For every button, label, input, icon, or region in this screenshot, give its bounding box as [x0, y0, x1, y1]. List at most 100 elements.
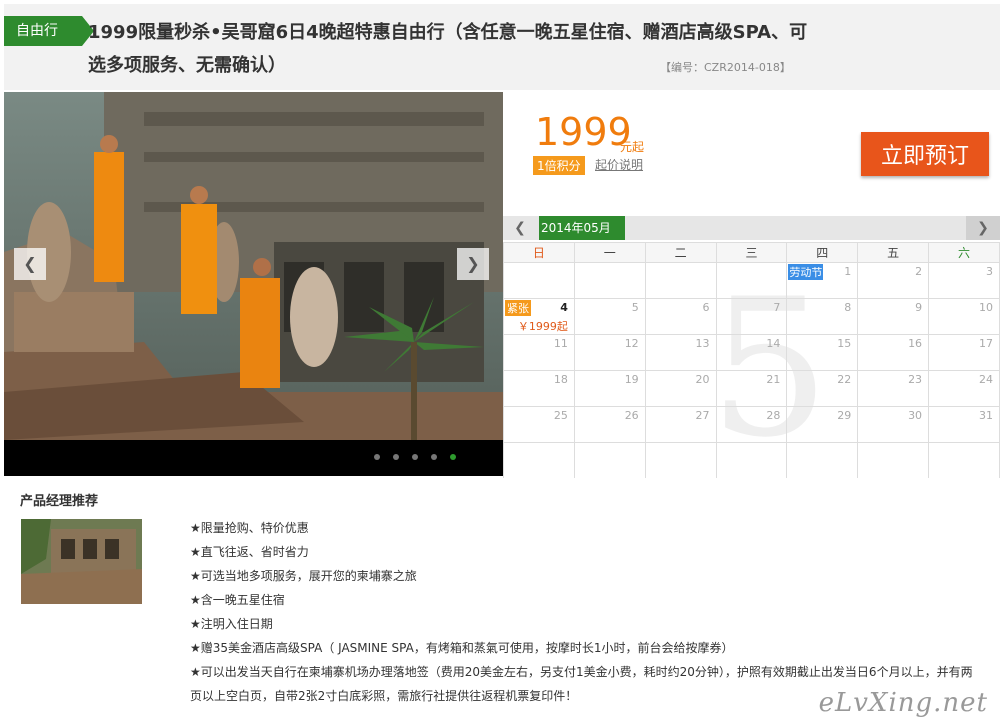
calendar-month-label: 2014年05月: [539, 216, 625, 240]
day-number: 23: [908, 373, 923, 386]
calendar-day[interactable]: 27: [644, 406, 717, 443]
day-number: 10: [979, 301, 993, 314]
day-number: 19: [624, 373, 639, 386]
day-number: 14: [766, 337, 781, 350]
calendar-day[interactable]: 29: [786, 406, 859, 443]
category-tag: 自由行: [4, 16, 94, 46]
recommendation-item: ★含一晚五星住宿: [190, 593, 285, 607]
holiday-label: 劳动节: [788, 264, 824, 280]
calendar-day[interactable]: 26: [573, 406, 646, 443]
calendar-day[interactable]: 8: [786, 298, 859, 335]
gallery-dot[interactable]: [412, 454, 419, 460]
day-number: 24: [979, 373, 993, 386]
calendar-day[interactable]: 20: [644, 370, 717, 407]
calendar-day[interactable]: 16: [857, 334, 930, 371]
calendar-day[interactable]: 30: [857, 406, 930, 443]
calendar-day[interactable]: 11: [503, 334, 575, 371]
day-number: 30: [908, 409, 923, 422]
recommendation-item: ★限量抢购、特价优惠: [190, 521, 309, 535]
calendar-day[interactable]: 28: [715, 406, 788, 443]
calendar-day[interactable]: 23: [857, 370, 930, 407]
calendar-day[interactable]: 1 劳动节: [786, 262, 859, 299]
calendar-week: 4 紧张 ￥1999起 5 6 7 8 9 10: [503, 298, 1000, 335]
calendar-day: [503, 262, 575, 299]
calendar-day[interactable]: 4 紧张 ￥1999起: [503, 298, 575, 335]
calendar-day[interactable]: 6: [644, 298, 717, 335]
calendar-day[interactable]: 7: [715, 298, 788, 335]
day-number: 18: [553, 373, 568, 386]
weekday-header: 一: [573, 242, 646, 263]
weekday-header: 六: [928, 242, 1000, 263]
day-number: 3: [986, 265, 993, 278]
calendar-day[interactable]: 18: [503, 370, 575, 407]
gallery-dot-active[interactable]: [450, 454, 457, 460]
calendar-day: [715, 442, 788, 479]
calendar-day: [786, 442, 859, 479]
day-number: 21: [766, 373, 781, 386]
calendar-nav: ❮ 2014年05月 ❯: [503, 216, 1000, 240]
day-number: 26: [624, 409, 639, 422]
calendar-day: [573, 442, 646, 479]
calendar-day[interactable]: 3: [928, 262, 1000, 299]
day-number: 31: [979, 409, 993, 422]
calendar-day[interactable]: 19: [573, 370, 646, 407]
price-amount: 1999: [535, 110, 632, 154]
calendar-day[interactable]: 10: [928, 298, 1000, 335]
gallery-dot[interactable]: [393, 454, 400, 460]
calendar-day[interactable]: 12: [573, 334, 646, 371]
book-now-button[interactable]: 立即预订: [861, 132, 989, 176]
gallery-next-button[interactable]: ❯: [457, 248, 489, 280]
calendar-day: [857, 442, 930, 479]
day-number: 13: [695, 337, 710, 350]
day-number: 2: [915, 265, 923, 278]
gallery-dot[interactable]: [374, 454, 380, 460]
calendar-day[interactable]: 14: [715, 334, 788, 371]
product-code: 【编号：CZR2014-018】: [660, 61, 791, 74]
calendar-day: [573, 262, 646, 299]
calendar-day: [644, 442, 717, 479]
gallery-prev-button[interactable]: ❮: [14, 248, 46, 280]
day-number: 20: [695, 373, 710, 386]
calendar-day[interactable]: 24: [928, 370, 1000, 407]
site-watermark: eLvXing.net: [818, 688, 988, 718]
manager-recommendation: 产品经理推荐 ★限量抢购、特价优惠 ★直飞往返、省时省力 ★可选当地多项服务，展开您…: [4, 478, 1000, 726]
price-explain-link[interactable]: 起价说明: [595, 156, 643, 173]
calendar-day[interactable]: 25: [503, 406, 575, 443]
recommendation-item: ★可选当地多项服务，展开您的柬埔寨之旅: [190, 569, 417, 583]
day-number: 27: [695, 409, 710, 422]
calendar-day[interactable]: 21: [715, 370, 788, 407]
calendar-day: [644, 262, 717, 299]
calendar-week: 11 12 13 14 15 16 17: [503, 334, 1000, 371]
calendar-day[interactable]: 31: [928, 406, 1000, 443]
day-number: 11: [553, 337, 568, 350]
calendar-day[interactable]: 9: [857, 298, 930, 335]
points-badge: 1倍积分: [533, 156, 585, 175]
calendar-day[interactable]: 22: [786, 370, 859, 407]
price-unit: 元起: [620, 140, 645, 154]
calendar-day[interactable]: 15: [786, 334, 859, 371]
angkor-monks-photo: [4, 92, 503, 440]
calendar-day[interactable]: 13: [644, 334, 717, 371]
day-number: 28: [766, 409, 781, 422]
price-panel: 1999 元起 1倍积分 起价说明 立即预订: [503, 92, 1000, 214]
departure-calendar: ❮ 2014年05月 ❯ 5 日一二三四五六 1 劳动节 2 3 4 紧张 ￥1999起 5 6…: [503, 214, 1000, 479]
recommendation-item: ★赠35美金酒店高级SPA（ JASMINE SPA，有烤箱和蒸氣可使用，按摩时…: [190, 641, 734, 655]
calendar-day: [503, 442, 575, 479]
calendar-week: 25 26 27 28 29 30 31: [503, 406, 1000, 443]
product-header: 自由行 1999限量秒杀•吴哥窟6日4晚超特惠自由行（含任意一晚五星住宿、赠酒店…: [4, 4, 1000, 90]
calendar-prev-button[interactable]: ❮: [503, 216, 537, 240]
recommendation-item: ★直飞往返、省时省力: [190, 545, 309, 559]
calendar-next-button[interactable]: ❯: [966, 216, 1000, 240]
day-price: ￥1999起: [517, 320, 568, 333]
calendar-day[interactable]: 17: [928, 334, 1000, 371]
weekday-header: 四: [786, 242, 859, 263]
recommendation-list: ★限量抢购、特价优惠 ★直飞往返、省时省力 ★可选当地多项服务，展开您的柬埔寨之旅 ★…: [190, 516, 980, 708]
calendar-day[interactable]: 5: [573, 298, 646, 335]
calendar-day[interactable]: 2: [857, 262, 930, 299]
day-number: 29: [837, 409, 852, 422]
gallery-dot[interactable]: [431, 454, 438, 460]
calendar-grid: 日一二三四五六 1 劳动节 2 3 4 紧张 ￥1999起 5 6 7 8 9 10 11 12 13 14 15…: [503, 242, 1000, 479]
day-number: 15: [837, 337, 852, 350]
day-number: 6: [702, 301, 710, 314]
day-number: 17: [979, 337, 993, 350]
